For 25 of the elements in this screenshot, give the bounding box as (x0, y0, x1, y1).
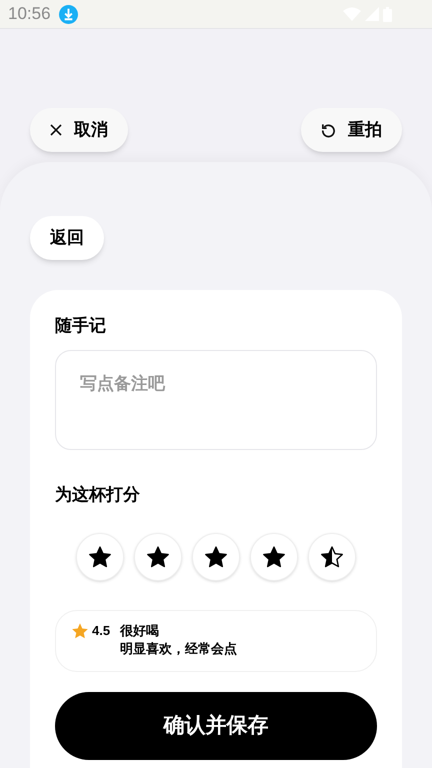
note-title: 随手记 (55, 315, 107, 337)
star-button[interactable] (308, 533, 356, 581)
star-button[interactable] (134, 533, 182, 581)
rating-score: 4.5 (92, 623, 110, 639)
star-button[interactable] (192, 533, 240, 581)
star-icon (147, 546, 169, 568)
close-icon (50, 124, 62, 136)
star-icon (263, 546, 285, 568)
rating-description: 明显喜欢，经常会点 (120, 641, 238, 657)
rating-title: 为这杯打分 (55, 484, 141, 506)
status-time: 10:56 (8, 3, 51, 26)
star-icon (72, 623, 88, 639)
star-icon (89, 546, 111, 568)
note-field[interactable]: 写点备注吧 (55, 350, 377, 450)
download-icon (58, 4, 78, 24)
half-star-icon (321, 546, 343, 568)
refresh-icon (321, 122, 336, 138)
star-button[interactable] (76, 533, 124, 581)
cancel-button[interactable]: 取消 (30, 108, 128, 152)
star-button[interactable] (250, 533, 298, 581)
confirm-save-button[interactable]: 确认并保存 (55, 692, 377, 760)
back-button[interactable]: 返回 (30, 216, 104, 260)
star-icon (205, 546, 227, 568)
rating-label: 很好喝 (120, 623, 160, 639)
retake-button[interactable]: 重拍 (301, 108, 402, 152)
